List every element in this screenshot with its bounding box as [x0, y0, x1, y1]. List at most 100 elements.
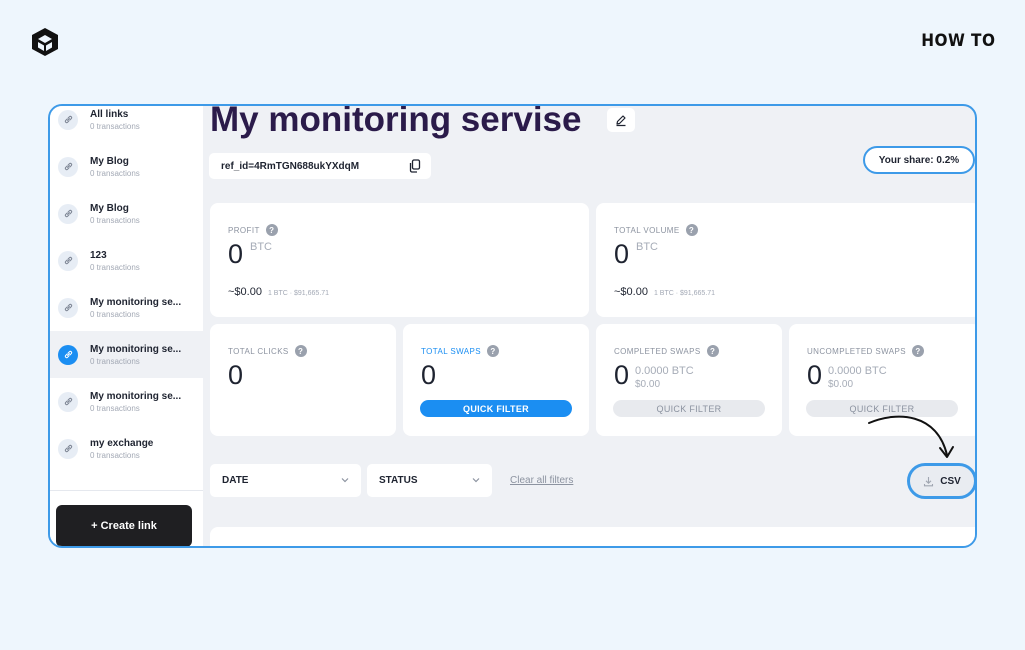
sidebar-item-my-exchange[interactable]: my exchange 0 transactions [50, 425, 203, 472]
transactions-table [210, 527, 975, 546]
completed-value: 0 [614, 360, 630, 390]
sidebar-item-name: My monitoring se... [90, 390, 182, 402]
link-icon [58, 344, 78, 365]
completed-label: COMPLETED SWAPS [614, 346, 701, 356]
sidebar-item-sub: 0 transactions [90, 168, 140, 178]
sidebar: All links 0 transactions My Blog 0 transac… [50, 106, 203, 546]
sidebar-item-my-blog[interactable]: My Blog 0 transactions [50, 143, 203, 190]
pointer-arrow-icon [868, 415, 954, 458]
sidebar-item-sub: 0 transactions [90, 309, 140, 319]
link-icon [58, 109, 78, 130]
link-icon [58, 156, 78, 177]
csv-label: CSV [940, 475, 961, 487]
link-icon [58, 391, 78, 412]
swaps-quick-filter-button[interactable]: QUICK FILTER [420, 400, 572, 417]
volume-usd: ~$0.00 [614, 286, 648, 298]
date-filter-label: DATE [222, 475, 249, 486]
completed-quick-filter-button[interactable]: QUICK FILTER [613, 400, 765, 417]
swaps-label: TOTAL SWAPS [421, 346, 481, 356]
sidebar-item-name: My monitoring se... [90, 343, 182, 355]
clicks-label-row: TOTAL CLICKS? [228, 345, 307, 357]
uncompleted-btc: 0.0000 BTC [828, 365, 887, 377]
link-icon [58, 297, 78, 318]
sidebar-item-name: My monitoring se... [90, 296, 182, 308]
chevron-down-icon [472, 478, 480, 483]
help-icon[interactable]: ? [486, 345, 499, 357]
sidebar-item-sub: 0 transactions [90, 356, 140, 366]
volume-card: TOTAL VOLUME? 0 BTC ~$0.00 1 BTC · $91,66… [596, 203, 975, 317]
uncompleted-label-row: UNCOMPLETED SWAPS? [807, 345, 924, 357]
volume-unit: BTC [636, 241, 658, 253]
profit-value: 0 [228, 239, 244, 269]
swaps-value: 0 [421, 360, 437, 390]
copy-icon[interactable] [409, 159, 421, 173]
volume-rate: 1 BTC · $91,665.71 [653, 290, 716, 297]
download-icon [924, 476, 934, 486]
total-swaps-card: TOTAL SWAPS? 0 QUICK FILTER [403, 324, 589, 436]
ref-id-value: ref_id=4RmTGN688ukYXdqM [221, 160, 360, 172]
how-to-label: HOW TO [920, 31, 995, 51]
sidebar-item-sub: 0 transactions [90, 215, 140, 225]
sidebar-item-name: All links [90, 108, 129, 120]
link-icon [58, 250, 78, 271]
sidebar-divider [50, 490, 203, 491]
profit-label: PROFIT [228, 225, 260, 235]
completed-label-row: COMPLETED SWAPS? [614, 345, 719, 357]
app-screenshot-frame: All links 0 transactions My Blog 0 transac… [48, 104, 977, 548]
help-icon[interactable]: ? [685, 224, 698, 236]
profit-label-row: PROFIT? [228, 224, 278, 236]
uncompleted-sub-values: 0.0000 BTC $0.00 [828, 365, 887, 391]
completed-usd: $0.00 [635, 379, 661, 390]
total-clicks-card: TOTAL CLICKS? 0 [210, 324, 396, 436]
profit-usd: ~$0.00 [228, 286, 262, 298]
volume-label: TOTAL VOLUME [614, 225, 680, 235]
link-icon [58, 203, 78, 224]
status-filter-select[interactable]: STATUS [367, 464, 492, 497]
help-icon[interactable]: ? [911, 345, 924, 357]
sidebar-item-name: My Blog [90, 202, 129, 214]
sidebar-item-123[interactable]: 123 0 transactions [50, 237, 203, 284]
help-icon[interactable]: ? [294, 345, 307, 357]
profit-rate: 1 BTC · $91,665.71 [267, 290, 330, 297]
help-icon[interactable]: ? [265, 224, 278, 236]
sidebar-item-all-links[interactable]: All links 0 transactions [50, 106, 203, 143]
sidebar-item-name: 123 [90, 249, 107, 261]
sidebar-item-sub: 0 transactions [90, 403, 140, 413]
csv-export-button[interactable]: CSV [907, 463, 975, 499]
chevron-down-icon [341, 478, 349, 483]
sidebar-item-my-blog-2[interactable]: My Blog 0 transactions [50, 190, 203, 237]
share-badge: Your share: 0.2% [863, 146, 975, 174]
sidebar-item-monitoring-1[interactable]: My monitoring se... 0 transactions [50, 284, 203, 331]
profit-unit: BTC [250, 241, 272, 253]
profit-usd-row: ~$0.00 1 BTC · $91,665.71 [228, 286, 329, 298]
box-cube-logo-icon [32, 28, 58, 56]
date-filter-select[interactable]: DATE [210, 464, 361, 497]
uncompleted-label: UNCOMPLETED SWAPS [807, 346, 906, 356]
status-filter-label: STATUS [379, 475, 418, 486]
uncompleted-usd: $0.00 [828, 379, 854, 390]
pencil-icon [616, 115, 626, 127]
completed-swaps-card: COMPLETED SWAPS? 0 0.0000 BTC $0.00 QUICK… [596, 324, 782, 436]
sidebar-item-monitoring-2-active[interactable]: My monitoring se... 0 transactions [50, 331, 203, 378]
volume-value: 0 [614, 239, 630, 269]
clicks-label: TOTAL CLICKS [228, 346, 289, 356]
volume-usd-row: ~$0.00 1 BTC · $91,665.71 [614, 286, 715, 298]
sidebar-item-name: my exchange [90, 437, 154, 449]
create-link-button[interactable]: + Create link [56, 505, 192, 546]
volume-label-row: TOTAL VOLUME? [614, 224, 698, 236]
completed-btc: 0.0000 BTC [635, 365, 694, 377]
help-icon[interactable]: ? [706, 345, 719, 357]
profit-card: PROFIT? 0 BTC ~$0.00 1 BTC · $91,665.71 [210, 203, 589, 317]
sidebar-item-name: My Blog [90, 155, 129, 167]
page-title: My monitoring servise [210, 104, 582, 139]
sidebar-item-sub: 0 transactions [90, 450, 140, 460]
link-icon [58, 438, 78, 459]
sidebar-item-monitoring-3[interactable]: My monitoring se... 0 transactions [50, 378, 203, 425]
swaps-label-row: TOTAL SWAPS? [421, 345, 499, 357]
edit-title-button[interactable] [607, 108, 635, 132]
completed-sub-values: 0.0000 BTC $0.00 [635, 365, 694, 391]
clicks-value: 0 [228, 360, 244, 390]
clear-all-filters-link[interactable]: Clear all filters [510, 475, 573, 486]
sidebar-item-sub: 0 transactions [90, 262, 140, 272]
ref-id-field[interactable]: ref_id=4RmTGN688ukYXdqM [209, 153, 431, 179]
